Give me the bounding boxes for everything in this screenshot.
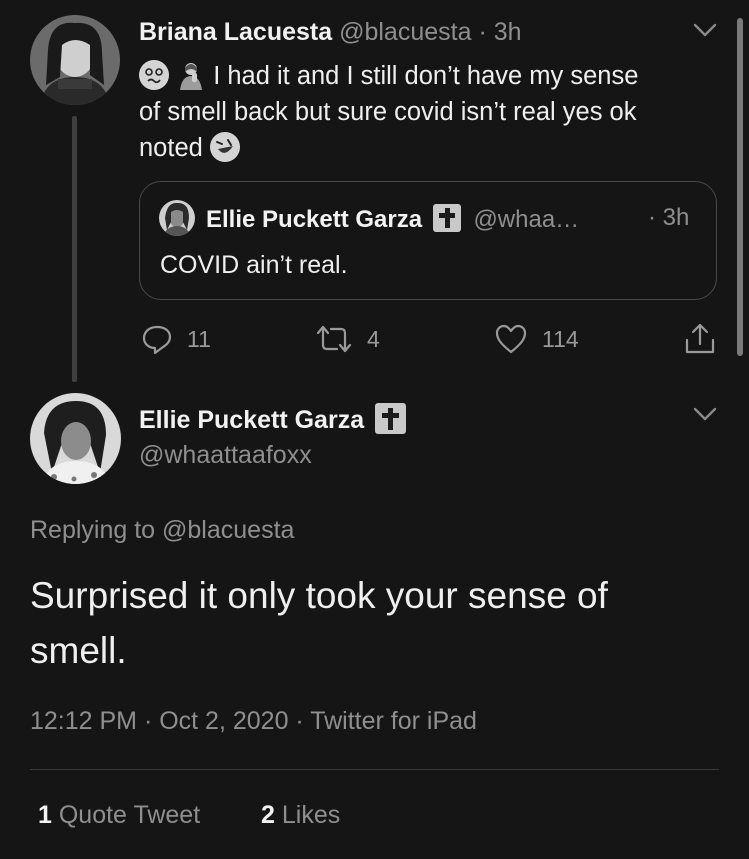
reply-count: 11 <box>187 325 211 352</box>
quoted-time: · 3h <box>648 204 690 231</box>
quoted-author-name: Ellie Puckett Garza <box>206 206 423 233</box>
quote-tweet-count: 1 <box>38 801 52 829</box>
scrollbar[interactable] <box>737 18 743 356</box>
quoted-header: Ellie Puckett Garza @whaa… <box>206 204 579 234</box>
author-handle[interactable]: @blacuesta <box>339 18 471 46</box>
retweet-icon <box>316 325 352 353</box>
main-author-name[interactable]: Ellie Puckett Garza <box>139 406 364 434</box>
chevron-down-icon[interactable] <box>693 22 717 43</box>
tweet-text-line-2: of smell back but sure covid isn’t real … <box>139 98 637 126</box>
reply-icon <box>142 325 172 355</box>
main-author-handle[interactable]: @whaattaafoxx <box>139 441 312 470</box>
retweet-count: 4 <box>367 325 380 352</box>
main-tweet-name-row: Ellie Puckett Garza <box>139 403 407 435</box>
quoted-text: COVID ain’t real. <box>160 251 348 279</box>
thread-line <box>72 116 77 382</box>
divider <box>30 769 719 770</box>
quoted-avatar <box>159 200 195 236</box>
person-gesture-emoji <box>176 60 206 90</box>
likes-link[interactable]: 2 Likes <box>261 801 340 830</box>
rolling-laughing-emoji <box>209 132 240 162</box>
avatar-ellie[interactable] <box>30 393 121 484</box>
main-text-line-1: Surprised it only took your sense of <box>30 575 608 616</box>
likes-label: Likes <box>281 801 341 829</box>
share-icon <box>685 323 715 354</box>
separator-dot: · <box>478 18 487 46</box>
replying-to[interactable]: Replying to @blacuesta <box>30 516 294 545</box>
like-button[interactable]: 114 <box>494 323 579 355</box>
quote-tweets-link[interactable]: 1 Quote Tweet <box>38 801 200 830</box>
parent-tweet-header: Briana Lacuesta @blacuesta · 3h <box>139 18 522 47</box>
author-name[interactable]: Briana Lacuesta <box>139 18 332 46</box>
tweet-text-line-3: noted <box>139 134 203 162</box>
reply-button[interactable]: 11 <box>141 323 211 355</box>
parent-tweet-text: I had it and I still don’t have my sense… <box>139 58 729 166</box>
quote-tweet-label: Quote Tweet <box>58 801 201 829</box>
like-icon <box>495 324 527 354</box>
cross-icon <box>375 403 407 434</box>
quoted-handle: @whaa… <box>473 206 580 233</box>
chevron-down-icon[interactable] <box>693 406 717 427</box>
tweet-time[interactable]: 3h <box>494 18 522 46</box>
main-text-line-2: smell. <box>30 630 127 671</box>
tweet-timestamp[interactable]: 12:12 PM · Oct 2, 2020 · Twitter for iPa… <box>30 707 477 736</box>
avatar-briana[interactable] <box>30 15 120 105</box>
like-count: 114 <box>542 325 579 352</box>
woozy-face-emoji <box>139 60 169 90</box>
share-button[interactable] <box>683 322 717 361</box>
tweet-text-line-1: I had it and I still don’t have my sense <box>213 62 639 90</box>
main-tweet-text: Surprised it only took your sense of sme… <box>30 568 730 678</box>
likes-count: 2 <box>261 801 275 829</box>
retweet-button[interactable]: 4 <box>315 323 380 355</box>
cross-icon <box>432 204 461 232</box>
quoted-tweet-card[interactable] <box>139 181 717 300</box>
